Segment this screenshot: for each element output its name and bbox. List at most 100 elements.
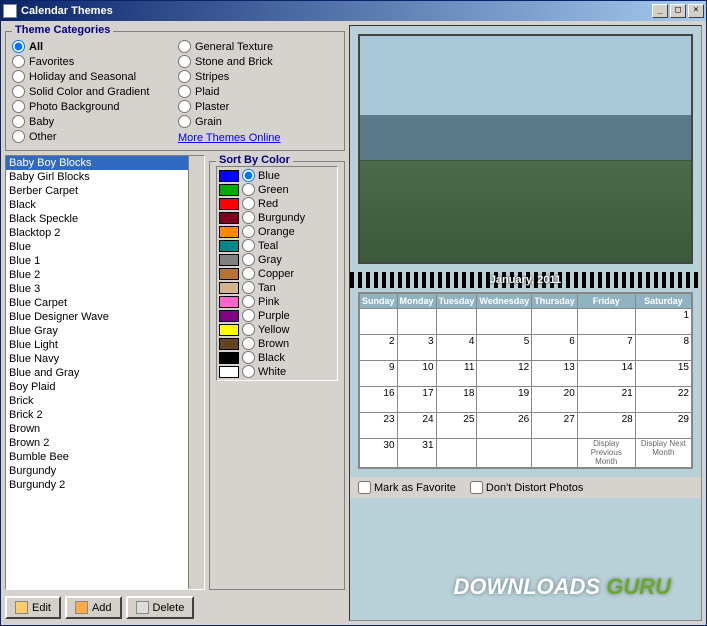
calendar-cell[interactable] <box>477 439 532 468</box>
mark-favorite-checkbox[interactable]: Mark as Favorite <box>358 481 456 494</box>
calendar-cell[interactable]: 13 <box>532 361 578 387</box>
calendar-cell[interactable]: 27 <box>532 413 578 439</box>
theme-item[interactable]: Baby Girl Blocks <box>6 170 188 184</box>
theme-item[interactable]: Blue Carpet <box>6 296 188 310</box>
calendar-cell[interactable]: 15 <box>635 361 691 387</box>
theme-item[interactable]: Boy Plaid <box>6 380 188 394</box>
theme-item[interactable]: Blacktop 2 <box>6 226 188 240</box>
calendar-cell[interactable] <box>532 439 578 468</box>
theme-item[interactable]: Burgundy <box>6 464 188 478</box>
calendar-cell[interactable]: 25 <box>436 413 477 439</box>
dont-distort-checkbox[interactable]: Don't Distort Photos <box>470 481 583 494</box>
theme-item[interactable]: Blue Navy <box>6 352 188 366</box>
color-radio-burgundy[interactable]: Burgundy <box>219 211 335 224</box>
theme-item[interactable]: Blue 3 <box>6 282 188 296</box>
theme-item[interactable]: Blue 2 <box>6 268 188 282</box>
calendar-cell[interactable] <box>577 309 635 335</box>
calendar-cell[interactable]: 7 <box>577 335 635 361</box>
category-radio-all[interactable]: All <box>12 40 172 53</box>
calendar-cell[interactable]: 29 <box>635 413 691 439</box>
theme-item[interactable]: Baby Boy Blocks <box>6 156 188 170</box>
category-radio-photo-background[interactable]: Photo Background <box>12 100 172 113</box>
category-radio-other[interactable]: Other <box>12 130 172 143</box>
calendar-cell[interactable]: 5 <box>477 335 532 361</box>
color-radio-copper[interactable]: Copper <box>219 267 335 280</box>
calendar-cell[interactable]: 2 <box>360 335 398 361</box>
category-radio-baby[interactable]: Baby <box>12 115 172 128</box>
theme-item[interactable]: Brown 2 <box>6 436 188 450</box>
calendar-cell[interactable] <box>436 439 477 468</box>
calendar-cell[interactable]: 17 <box>397 387 436 413</box>
category-radio-solid-color-and-gradient[interactable]: Solid Color and Gradient <box>12 85 172 98</box>
theme-item[interactable]: Blue Light <box>6 338 188 352</box>
calendar-cell[interactable]: 10 <box>397 361 436 387</box>
theme-item[interactable]: Black <box>6 198 188 212</box>
color-radio-orange[interactable]: Orange <box>219 225 335 238</box>
calendar-cell[interactable]: 24 <box>397 413 436 439</box>
close-button[interactable]: × <box>688 4 704 18</box>
theme-item[interactable]: Burgundy 2 <box>6 478 188 492</box>
category-radio-holiday-and-seasonal[interactable]: Holiday and Seasonal <box>12 70 172 83</box>
calendar-cell[interactable]: 16 <box>360 387 398 413</box>
prev-month-link[interactable]: Display Previous Month <box>577 439 635 468</box>
theme-item[interactable]: Brick <box>6 394 188 408</box>
calendar-cell[interactable]: 18 <box>436 387 477 413</box>
theme-item[interactable]: Berber Carpet <box>6 184 188 198</box>
category-radio-general-texture[interactable]: General Texture <box>178 40 338 53</box>
color-radio-red[interactable]: Red <box>219 197 335 210</box>
theme-item[interactable]: Brick 2 <box>6 408 188 422</box>
color-radio-green[interactable]: Green <box>219 183 335 196</box>
calendar-cell[interactable] <box>360 309 398 335</box>
edit-button[interactable]: Edit <box>5 596 61 619</box>
calendar-cell[interactable]: 8 <box>635 335 691 361</box>
delete-button[interactable]: Delete <box>126 596 195 619</box>
calendar-cell[interactable]: 31 <box>397 439 436 468</box>
category-radio-favorites[interactable]: Favorites <box>12 55 172 68</box>
color-radio-pink[interactable]: Pink <box>219 295 335 308</box>
calendar-cell[interactable]: 26 <box>477 413 532 439</box>
calendar-cell[interactable]: 6 <box>532 335 578 361</box>
calendar-cell[interactable]: 14 <box>577 361 635 387</box>
calendar-cell[interactable]: 23 <box>360 413 398 439</box>
theme-item[interactable]: Blue Designer Wave <box>6 310 188 324</box>
color-radio-purple[interactable]: Purple <box>219 309 335 322</box>
category-radio-plaid[interactable]: Plaid <box>178 85 338 98</box>
calendar-cell[interactable]: 12 <box>477 361 532 387</box>
calendar-cell[interactable]: 1 <box>635 309 691 335</box>
color-radio-black[interactable]: Black <box>219 351 335 364</box>
calendar-cell[interactable]: 22 <box>635 387 691 413</box>
color-radio-teal[interactable]: Teal <box>219 239 335 252</box>
color-radio-yellow[interactable]: Yellow <box>219 323 335 336</box>
theme-item[interactable]: Black Speckle <box>6 212 188 226</box>
calendar-cell[interactable]: 9 <box>360 361 398 387</box>
theme-list-scrollbar[interactable] <box>188 156 204 589</box>
calendar-cell[interactable] <box>397 309 436 335</box>
calendar-cell[interactable]: 4 <box>436 335 477 361</box>
category-radio-stripes[interactable]: Stripes <box>178 70 338 83</box>
color-radio-tan[interactable]: Tan <box>219 281 335 294</box>
calendar-cell[interactable]: 3 <box>397 335 436 361</box>
theme-item[interactable]: Blue and Gray <box>6 366 188 380</box>
color-radio-brown[interactable]: Brown <box>219 337 335 350</box>
color-radio-gray[interactable]: Gray <box>219 253 335 266</box>
color-radio-white[interactable]: White <box>219 365 335 378</box>
calendar-cell[interactable] <box>532 309 578 335</box>
category-radio-stone-and-brick[interactable]: Stone and Brick <box>178 55 338 68</box>
theme-list[interactable]: Baby Boy BlocksBaby Girl BlocksBerber Ca… <box>6 156 188 589</box>
calendar-cell[interactable]: 11 <box>436 361 477 387</box>
add-button[interactable]: Add <box>65 596 122 619</box>
theme-item[interactable]: Brown <box>6 422 188 436</box>
calendar-cell[interactable] <box>477 309 532 335</box>
theme-item[interactable]: Bumble Bee <box>6 450 188 464</box>
theme-item[interactable]: Blue 1 <box>6 254 188 268</box>
maximize-button[interactable]: □ <box>670 4 686 18</box>
category-radio-grain[interactable]: Grain <box>178 115 338 128</box>
calendar-cell[interactable]: 28 <box>577 413 635 439</box>
calendar-cell[interactable]: 21 <box>577 387 635 413</box>
category-radio-plaster[interactable]: Plaster <box>178 100 338 113</box>
next-month-link[interactable]: Display Next Month <box>635 439 691 468</box>
calendar-cell[interactable]: 30 <box>360 439 398 468</box>
more-themes-link[interactable]: More Themes Online <box>178 132 338 144</box>
calendar-cell[interactable]: 20 <box>532 387 578 413</box>
minimize-button[interactable]: _ <box>652 4 668 18</box>
